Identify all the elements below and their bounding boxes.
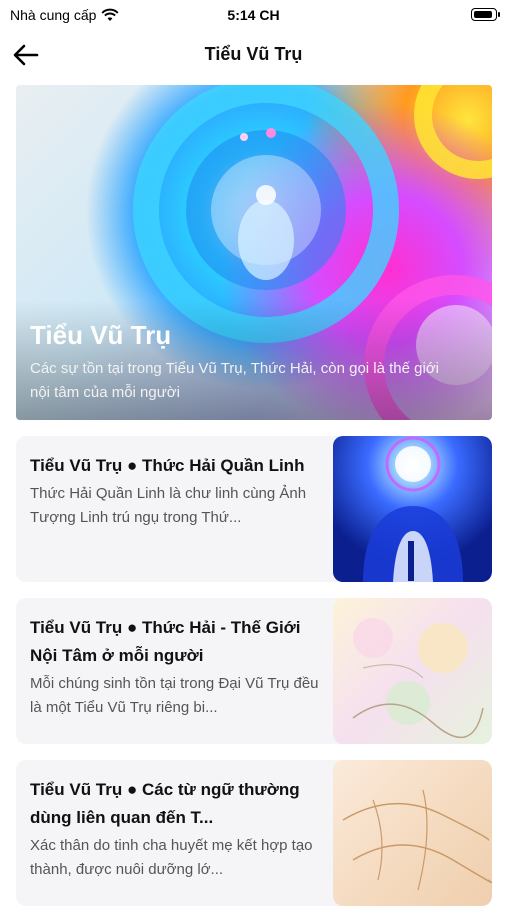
page-title: Tiểu Vũ Trụ — [204, 44, 303, 64]
article-title: Tiểu Vũ Trụ ● Thức Hải Quần Linh — [30, 456, 305, 475]
battery-level — [474, 11, 492, 18]
navigation-bar: Tiểu Vũ Trụ — [0, 30, 507, 80]
article-description: Mỗi chúng sinh tồn tại trong Đại Vũ Trụ … — [30, 675, 319, 716]
status-bar: Nhà cung cấp 5:14 CH — [0, 0, 507, 30]
hand-sketch-thumbnail — [342, 789, 492, 891]
battery-icon — [471, 8, 500, 21]
article-description: Thức Hải Quần Linh là chư linh cùng Ảnh … — [30, 485, 307, 526]
article-text: Tiểu Vũ Trụ ● Thức Hải Quần Linh Thức Hả… — [30, 452, 320, 530]
article-description: Xác thân do tinh cha huyết mẹ kết hợp tạ… — [30, 837, 313, 878]
meditating-figure-thumbnail — [363, 436, 463, 582]
hero-title: Tiểu Vũ Trụ — [30, 320, 172, 350]
hero-banner[interactable]: Tiểu Vũ Trụ Các sự tồn tại trong Tiểu Vũ… — [16, 85, 492, 420]
article-text: Tiểu Vũ Trụ ● Các từ ngữ thường dùng liê… — [30, 776, 320, 882]
article-card[interactable]: Tiểu Vũ Trụ ● Thức Hải Quần Linh Thức Hả… — [16, 436, 492, 582]
article-card[interactable]: Tiểu Vũ Trụ ● Thức Hải - Thế Giới Nội Tâ… — [16, 598, 492, 744]
floral-thumbnail — [352, 618, 484, 739]
article-title: Tiểu Vũ Trụ ● Thức Hải - Thế Giới Nội Tâ… — [30, 618, 301, 665]
article-thumbnail — [333, 598, 492, 744]
article-text: Tiểu Vũ Trụ ● Thức Hải - Thế Giới Nội Tâ… — [30, 614, 320, 720]
article-title: Tiểu Vũ Trụ ● Các từ ngữ thường dùng liê… — [30, 780, 300, 827]
article-card[interactable]: Tiểu Vũ Trụ ● Các từ ngữ thường dùng liê… — [16, 760, 492, 906]
hero-subtitle: Các sự tồn tại trong Tiểu Vũ Trụ, Thức H… — [30, 360, 440, 401]
article-thumbnail — [333, 436, 492, 582]
status-time: 5:14 CH — [227, 7, 280, 23]
article-thumbnail — [333, 760, 492, 906]
